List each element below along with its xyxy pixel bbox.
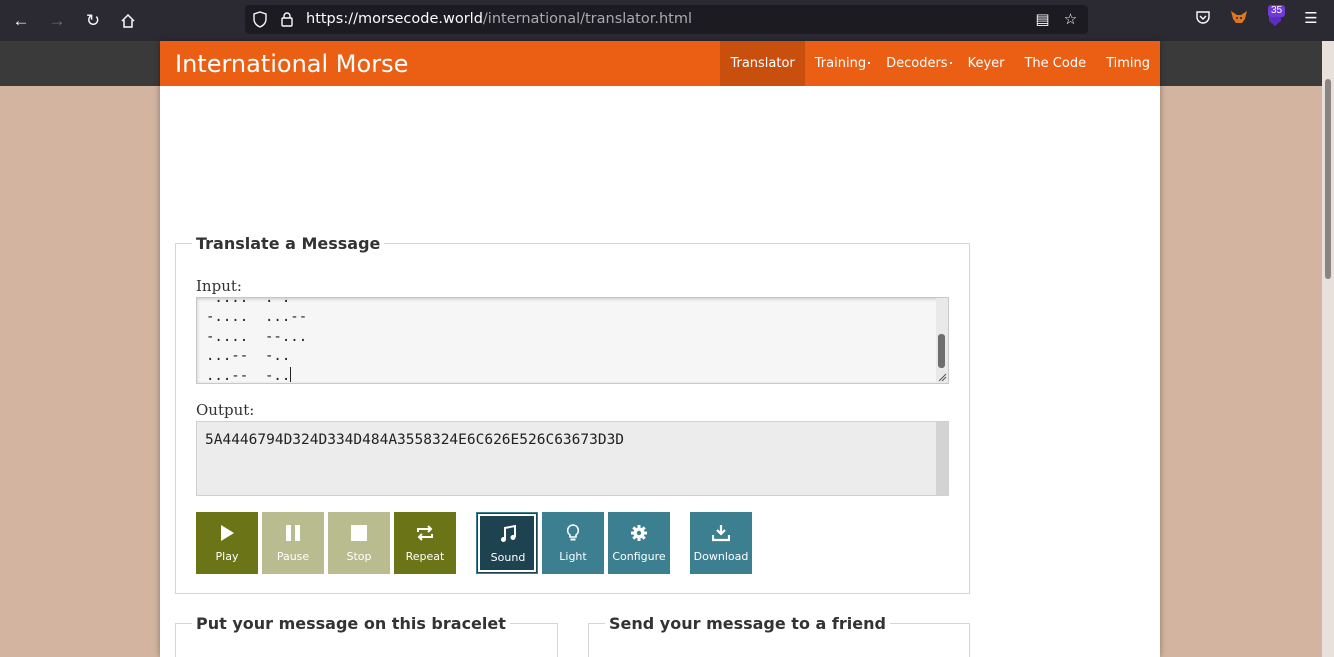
output-textarea[interactable]: 5A4446794D324D334D484A3558324E6C626E526C… xyxy=(196,421,949,496)
metamask-fox-icon[interactable] xyxy=(1229,9,1249,29)
site-container: International Morse Translator Training … xyxy=(160,41,1160,657)
output-text: 5A4446794D324D334D484A3558324E6C626E526C… xyxy=(205,432,625,448)
stop-icon xyxy=(351,525,367,541)
output-label: Output: xyxy=(196,401,255,419)
play-label: Play xyxy=(215,550,239,563)
repeat-label: Repeat xyxy=(405,550,445,563)
stop-button[interactable]: Stop xyxy=(328,512,390,574)
input-line: ...-- -.. xyxy=(206,348,291,365)
back-icon[interactable]: ← xyxy=(8,8,34,34)
url-path: /international/translator.html xyxy=(482,11,693,27)
nav-translator[interactable]: Translator xyxy=(720,41,805,86)
shield-icon[interactable] xyxy=(252,11,268,28)
input-line: .... . . xyxy=(206,297,291,306)
nav-decoders[interactable]: Decoders xyxy=(876,41,957,86)
nav-the-code[interactable]: The Code xyxy=(1014,41,1096,86)
bracelet-legend: Put your message on this bracelet xyxy=(192,614,510,633)
lock-icon[interactable] xyxy=(280,11,294,28)
home-icon[interactable] xyxy=(115,8,141,34)
site-title[interactable]: International Morse xyxy=(175,50,408,78)
configure-button[interactable]: Configure xyxy=(608,512,670,574)
sound-label: Sound xyxy=(490,551,526,564)
translate-fieldset: Translate a Message Input: .... . . -...… xyxy=(175,234,970,594)
download-label: Download xyxy=(693,550,749,563)
play-icon xyxy=(221,525,234,541)
site-header: International Morse Translator Training … xyxy=(160,41,1160,86)
download-icon xyxy=(712,525,730,542)
input-line: ...-- -.. xyxy=(206,367,291,384)
friend-fieldset: Send your message to a friend xyxy=(588,614,970,657)
input-textarea[interactable]: .... . . -.... ...-- -.... --... ...-- -… xyxy=(196,297,949,384)
gear-icon xyxy=(631,525,647,541)
light-label: Light xyxy=(559,550,587,563)
reload-icon[interactable]: ↻ xyxy=(80,8,106,34)
url-host: https://morsecode.world xyxy=(306,11,483,27)
translate-legend: Translate a Message xyxy=(192,234,385,253)
browser-toolbar: ← → ↻ https://morsecode.world/internatio… xyxy=(0,0,1334,41)
configure-label: Configure xyxy=(612,550,666,563)
lightbulb-icon xyxy=(566,524,580,541)
play-button[interactable]: Play xyxy=(196,512,258,574)
music-note-icon xyxy=(501,525,516,542)
text-caret xyxy=(290,366,292,382)
page-scroll-thumb[interactable] xyxy=(1325,79,1331,279)
download-button[interactable]: Download xyxy=(690,512,752,574)
input-line: -.... ...-- xyxy=(206,309,308,326)
nav-timing[interactable]: Timing xyxy=(1096,41,1160,86)
stop-label: Stop xyxy=(346,550,372,563)
repeat-icon xyxy=(417,525,433,541)
input-text: .... . . -.... ...-- -.... --... ...-- -… xyxy=(206,297,308,384)
reader-view-icon[interactable]: ▤ xyxy=(1034,11,1051,28)
output-scrollbar[interactable] xyxy=(936,422,948,495)
resize-grip-icon[interactable] xyxy=(937,372,947,382)
light-button[interactable]: Light xyxy=(542,512,604,574)
pause-button[interactable]: Pause xyxy=(262,512,324,574)
forward-icon[interactable]: → xyxy=(44,8,70,34)
url-bar[interactable]: https://morsecode.world/international/tr… xyxy=(245,5,1088,34)
nav-training[interactable]: Training xyxy=(805,41,876,86)
friend-legend: Send your message to a friend xyxy=(605,614,890,633)
page-scrollbar[interactable] xyxy=(1322,41,1334,657)
bookmark-star-icon[interactable]: ☆ xyxy=(1062,11,1079,28)
bracelet-fieldset: Put your message on this bracelet xyxy=(175,614,558,657)
url-text[interactable]: https://morsecode.world/international/tr… xyxy=(306,11,692,27)
input-line: -.... --... xyxy=(206,328,308,345)
sound-button[interactable]: Sound xyxy=(476,512,538,574)
input-scrollbar[interactable] xyxy=(936,298,948,383)
input-scroll-thumb[interactable] xyxy=(938,334,945,368)
repeat-button[interactable]: Repeat xyxy=(394,512,456,574)
pocket-icon[interactable] xyxy=(1193,9,1213,29)
pause-icon xyxy=(286,525,300,541)
input-label: Input: xyxy=(196,277,242,295)
site-nav: Translator Training Decoders Keyer The C… xyxy=(720,41,1160,86)
nav-keyer[interactable]: Keyer xyxy=(958,41,1015,86)
menu-icon[interactable]: ☰ xyxy=(1301,9,1321,29)
extension-badge: 35 xyxy=(1268,5,1286,17)
pause-label: Pause xyxy=(276,550,310,563)
